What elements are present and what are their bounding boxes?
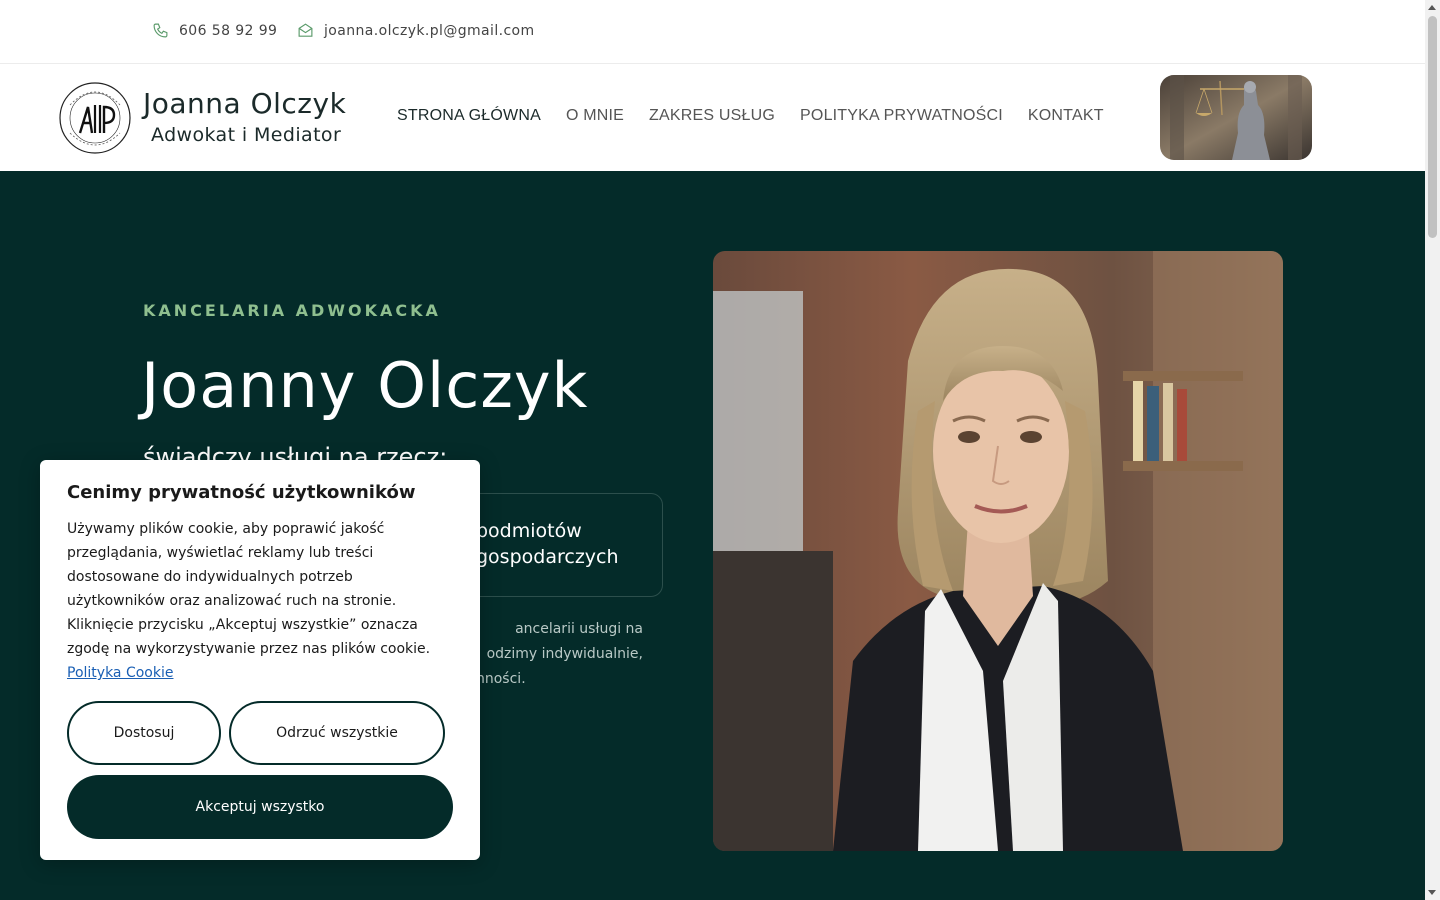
lady-justice-image <box>1160 75 1312 160</box>
main-nav: STRONA GŁÓWNA O MNIE ZAKRES USŁUG POLITY… <box>397 107 1104 125</box>
email-contact[interactable]: joanna.olczyk.pl@gmail.com <box>297 22 535 39</box>
cookie-consent-banner: Cenimy prywatność użytkowników Używamy p… <box>40 460 480 860</box>
client-card-line2: gospodarczych <box>476 546 619 568</box>
phone-contact[interactable]: 606 58 92 99 <box>152 22 277 39</box>
nav-item-home[interactable]: STRONA GŁÓWNA <box>397 107 541 125</box>
brand-subtitle: Adwokat i Mediator <box>151 124 342 146</box>
customize-button[interactable]: Dostosuj <box>67 701 221 765</box>
scroll-down-arrow-icon[interactable] <box>1428 890 1436 895</box>
cookie-banner-title: Cenimy prywatność użytkowników <box>67 482 416 503</box>
page-scrollbar[interactable] <box>1425 0 1440 900</box>
brand-name[interactable]: Joanna Olczyk <box>143 87 346 120</box>
client-card-line1: podmiotów <box>476 520 582 542</box>
hero-title: Joanny Olczyk <box>141 349 589 422</box>
cookie-banner-text: Używamy plików cookie, aby poprawić jako… <box>67 517 437 685</box>
site-header: Joanna Olczyk Adwokat i Mediator STRONA … <box>0 65 1425 171</box>
hero-eyebrow: KANCELARIA ADWOKACKA <box>143 301 441 320</box>
phone-icon <box>153 23 168 38</box>
reject-all-button[interactable]: Odrzuć wszystkie <box>229 701 445 765</box>
nav-item-services[interactable]: ZAKRES USŁUG <box>649 107 775 125</box>
lawyer-portrait-photo <box>713 251 1283 851</box>
scrollbar-thumb[interactable] <box>1428 16 1437 238</box>
envelope-icon <box>298 23 313 37</box>
cookie-policy-link[interactable]: Polityka Cookie <box>67 665 173 681</box>
accept-all-button[interactable]: Akceptuj wszystko <box>67 775 453 839</box>
nav-item-privacy-policy[interactable]: POLITYKA PRYWATNOŚCI <box>800 107 1003 125</box>
nav-item-about[interactable]: O MNIE <box>566 107 624 125</box>
email-address[interactable]: joanna.olczyk.pl@gmail.com <box>324 23 535 39</box>
top-contact-bar: 606 58 92 99 joanna.olczyk.pl@gmail.com <box>0 0 1425 64</box>
bar-association-logo[interactable] <box>58 81 132 155</box>
cookie-banner-body: Używamy plików cookie, aby poprawić jako… <box>67 521 431 657</box>
client-card-label: podmiotów gospodarczych <box>476 518 619 570</box>
scroll-up-arrow-icon[interactable] <box>1428 5 1436 10</box>
nav-item-contact[interactable]: KONTAKT <box>1028 107 1104 125</box>
phone-number[interactable]: 606 58 92 99 <box>179 23 277 39</box>
